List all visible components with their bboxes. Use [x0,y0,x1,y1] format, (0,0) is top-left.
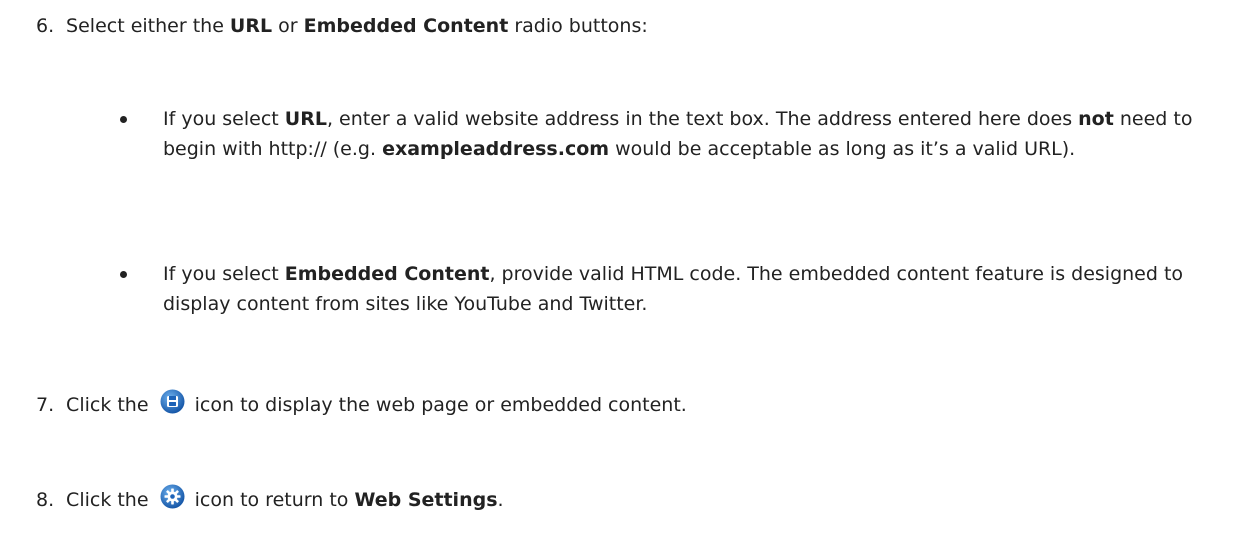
text: If you select [163,263,285,285]
bold-web-settings: Web Settings [354,489,498,511]
bold-embedded-content: Embedded Content [303,15,509,37]
step-text: icon to return to [188,489,355,511]
step-text: Select either the [66,15,230,37]
step-text: radio buttons: [508,15,648,37]
step-number: 6. [36,15,55,37]
step-7: 7. Click the icon to display the web pag… [36,389,687,419]
step-8: 8. Click the icon to return to Web Setti… [36,484,504,514]
save-icon [160,389,185,414]
bold-embedded-content: Embedded Content [284,263,490,285]
bullet-dot [120,271,127,278]
gear-icon [160,484,185,509]
step-text: Click the [66,489,155,511]
step-6: 6. Select either the URL or Embedded Con… [36,12,648,40]
step-text: . [497,489,504,511]
bold-url: URL [229,15,273,37]
step-number: 7. [36,394,55,416]
bullet-text: If you select URL, enter a valid website… [163,104,1223,164]
step-text: Click the [66,394,155,416]
step-text: icon to display the web page or embedded… [188,394,687,416]
bold-not: not [1078,108,1114,130]
step-text: or [272,15,304,37]
step-number: 8. [36,489,55,511]
text: , enter a valid website address in the t… [326,108,1079,130]
bold-url: URL [284,108,327,130]
bullet-text: If you select Embedded Content, provide … [163,259,1223,319]
bullet-dot [120,116,127,123]
text: would be acceptable as long as it’s a va… [609,138,1076,160]
bold-example-address: exampleaddress.com [382,138,610,160]
text: If you select [163,108,285,130]
